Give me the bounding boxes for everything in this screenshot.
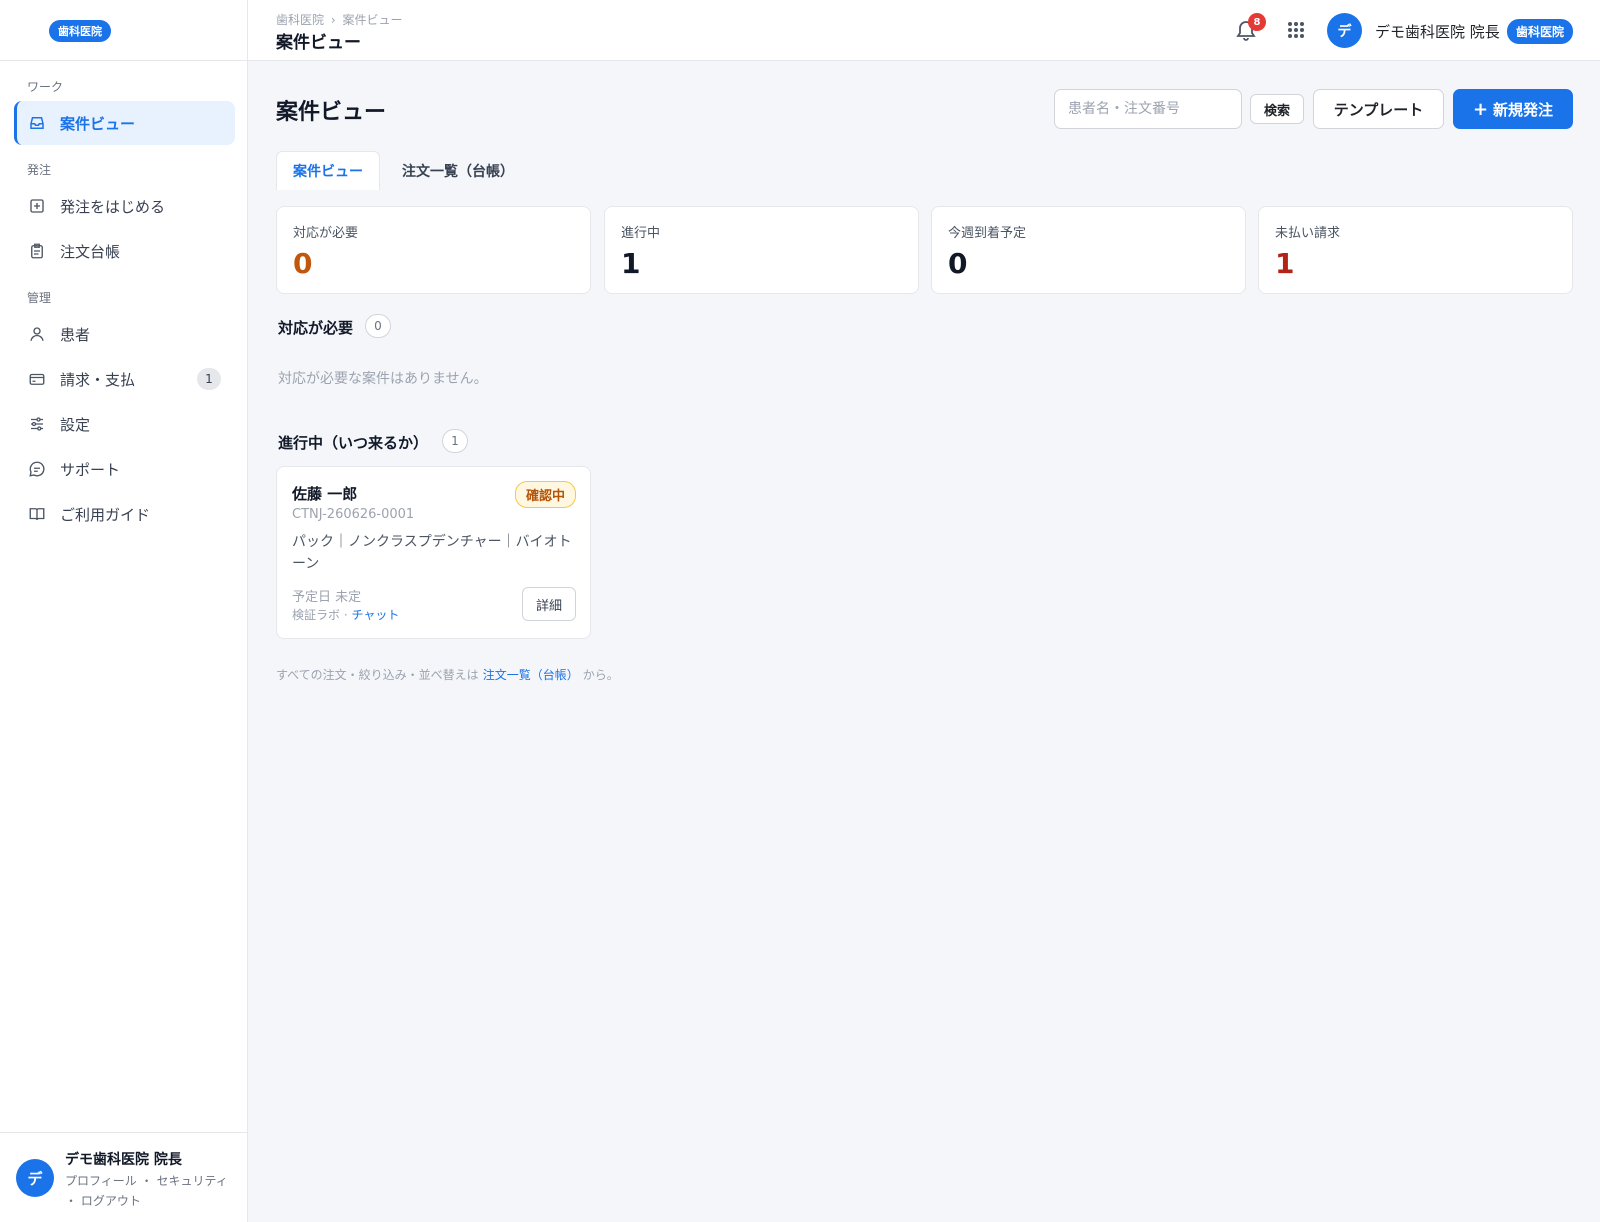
profile-link[interactable]: プロフィール [65,1174,137,1188]
sliders-icon [28,415,46,433]
role-badge: 歯科医院 [1507,19,1574,44]
lab-name: 検証ラボ · [292,608,352,622]
sidebar-item-settings[interactable]: 設定 [14,402,235,446]
section-title-in-progress: 進行中（いつ来るか） [278,434,429,452]
clipboard-icon [28,242,46,260]
breadcrumb-item[interactable]: 歯科医院 [276,13,324,27]
user-name[interactable]: デモ歯科医院 院長 [1375,21,1500,42]
sidebar: 歯科医院 ワーク 案件ビュー 発注 発注をはじめる 注文台帳 管理 患者 請求・… [0,0,248,1222]
patient-name: 佐藤 一郎 [292,485,358,503]
sidebar-item-guide[interactable]: ご利用ガイド [14,492,235,536]
sidebar-item-label: ご利用ガイド [60,505,151,524]
security-link[interactable]: セキュリティ [156,1174,227,1188]
search-input[interactable] [1054,89,1242,129]
footnote-suffix: から。 [582,668,619,682]
apps-grid-icon[interactable] [1286,20,1306,40]
plus-square-icon [28,197,46,215]
sidebar-item-order-ledger[interactable]: 注文台帳 [14,229,235,273]
main-heading: 案件ビュー [276,100,387,125]
sidebar-item-support[interactable]: サポート [14,447,235,491]
stat-label: 進行中 [621,226,661,241]
stat-value: 0 [948,247,968,280]
order-card[interactable]: 佐藤 一郎 確認中 CTNJ-260626-0001 パック｜ノンクラスプデンチ… [276,466,591,639]
stat-value: 1 [621,247,641,280]
tab-case-view[interactable]: 案件ビュー [276,151,380,190]
section-label-manage: 管理 [27,291,52,305]
avatar[interactable]: デ [16,1159,54,1197]
stat-card-in-progress[interactable]: 進行中 1 [604,206,919,294]
detail-button[interactable]: 詳細 [522,587,576,621]
user-links: プロフィール ・ セキュリティ ・ ログアウト [65,1171,235,1211]
new-order-label: 新規発注 [1493,100,1554,119]
top-bar: 歯科医院 › 案件ビュー 案件ビュー 8 デ デモ歯科医院 院長 歯科医院 [248,0,1600,61]
sidebar-item-label: 請求・支払 [60,370,136,389]
status-badge: 確認中 [514,481,576,508]
section-count-badge: 1 [442,429,468,453]
plus-icon: + [1472,98,1489,120]
sidebar-item-label: 案件ビュー [60,114,136,133]
link-separator: ・ [65,1194,78,1208]
section-label-order: 発注 [27,163,52,177]
footnote: すべての注文・絞り込み・並べ替えは 注文一覧（台帳） から。 [276,666,619,683]
empty-message: 対応が必要な案件はありません。 [278,371,488,387]
inbox-icon [28,114,46,132]
breadcrumb: 歯科医院 › 案件ビュー [276,11,406,28]
avatar[interactable]: デ [1327,13,1362,48]
stat-card-arriving-this-week[interactable]: 今週到着予定 0 [931,206,1246,294]
section-label-work: ワーク [27,80,64,94]
link-separator: ・ [140,1174,153,1188]
sidebar-item-start-order[interactable]: 発注をはじめる [14,184,235,228]
order-list-link[interactable]: 注文一覧（台帳） [483,668,579,682]
search-button[interactable]: 検索 [1250,94,1304,124]
chat-link[interactable]: チャット [351,608,399,622]
order-number: CTNJ-260626-0001 [292,507,415,522]
template-button[interactable]: テンプレート [1313,89,1444,129]
card-icon [28,370,46,388]
chat-icon [28,460,46,478]
footnote-prefix: すべての注文・絞り込み・並べ替えは [276,668,479,682]
user-name: デモ歯科医院 院長 [65,1152,182,1168]
clinic-logo-badge[interactable]: 歯科医院 [49,20,111,42]
stat-label: 対応が必要 [293,226,359,241]
sidebar-item-label: サポート [60,460,121,479]
new-order-button[interactable]: + 新規発注 [1453,89,1573,129]
sidebar-item-billing[interactable]: 請求・支払 1 [14,357,235,401]
sidebar-item-patients[interactable]: 患者 [14,312,235,356]
sidebar-user-footer: デ デモ歯科医院 院長 プロフィール ・ セキュリティ ・ ログアウト [0,1132,247,1222]
stat-label: 未払い請求 [1275,226,1341,241]
sidebar-item-label: 注文台帳 [60,242,121,261]
sidebar-item-case-view[interactable]: 案件ビュー [14,101,235,145]
section-title-action-required: 対応が必要 [278,319,354,337]
sidebar-item-label: 発注をはじめる [60,197,166,216]
breadcrumb-item: 案件ビュー [342,13,403,27]
book-icon [28,505,46,523]
page-title: 案件ビュー [276,33,361,53]
logout-link[interactable]: ログアウト [81,1194,141,1208]
breadcrumb-separator: › [330,13,336,27]
section-count-badge: 0 [365,314,391,338]
stat-card-action-required[interactable]: 対応が必要 0 [276,206,591,294]
sidebar-logo-area: 歯科医院 [0,0,247,61]
due-date: 予定日 未定 [292,590,362,605]
order-description: パック｜ノンクラスプデンチャー｜バイオトーン [292,534,572,572]
notification-badge: 8 [1248,13,1266,31]
tab-order-list[interactable]: 注文一覧（台帳） [398,151,518,190]
lab-info: 検証ラボ · チャット [292,606,399,623]
stat-card-unpaid-invoices[interactable]: 未払い請求 1 [1258,206,1573,294]
sidebar-item-label: 設定 [60,415,91,434]
stat-label: 今週到着予定 [948,226,1027,241]
stat-value: 0 [293,247,313,280]
stat-value: 1 [1275,247,1295,280]
user-icon [28,325,46,343]
billing-count-badge: 1 [197,368,221,390]
sidebar-item-label: 患者 [60,325,91,344]
